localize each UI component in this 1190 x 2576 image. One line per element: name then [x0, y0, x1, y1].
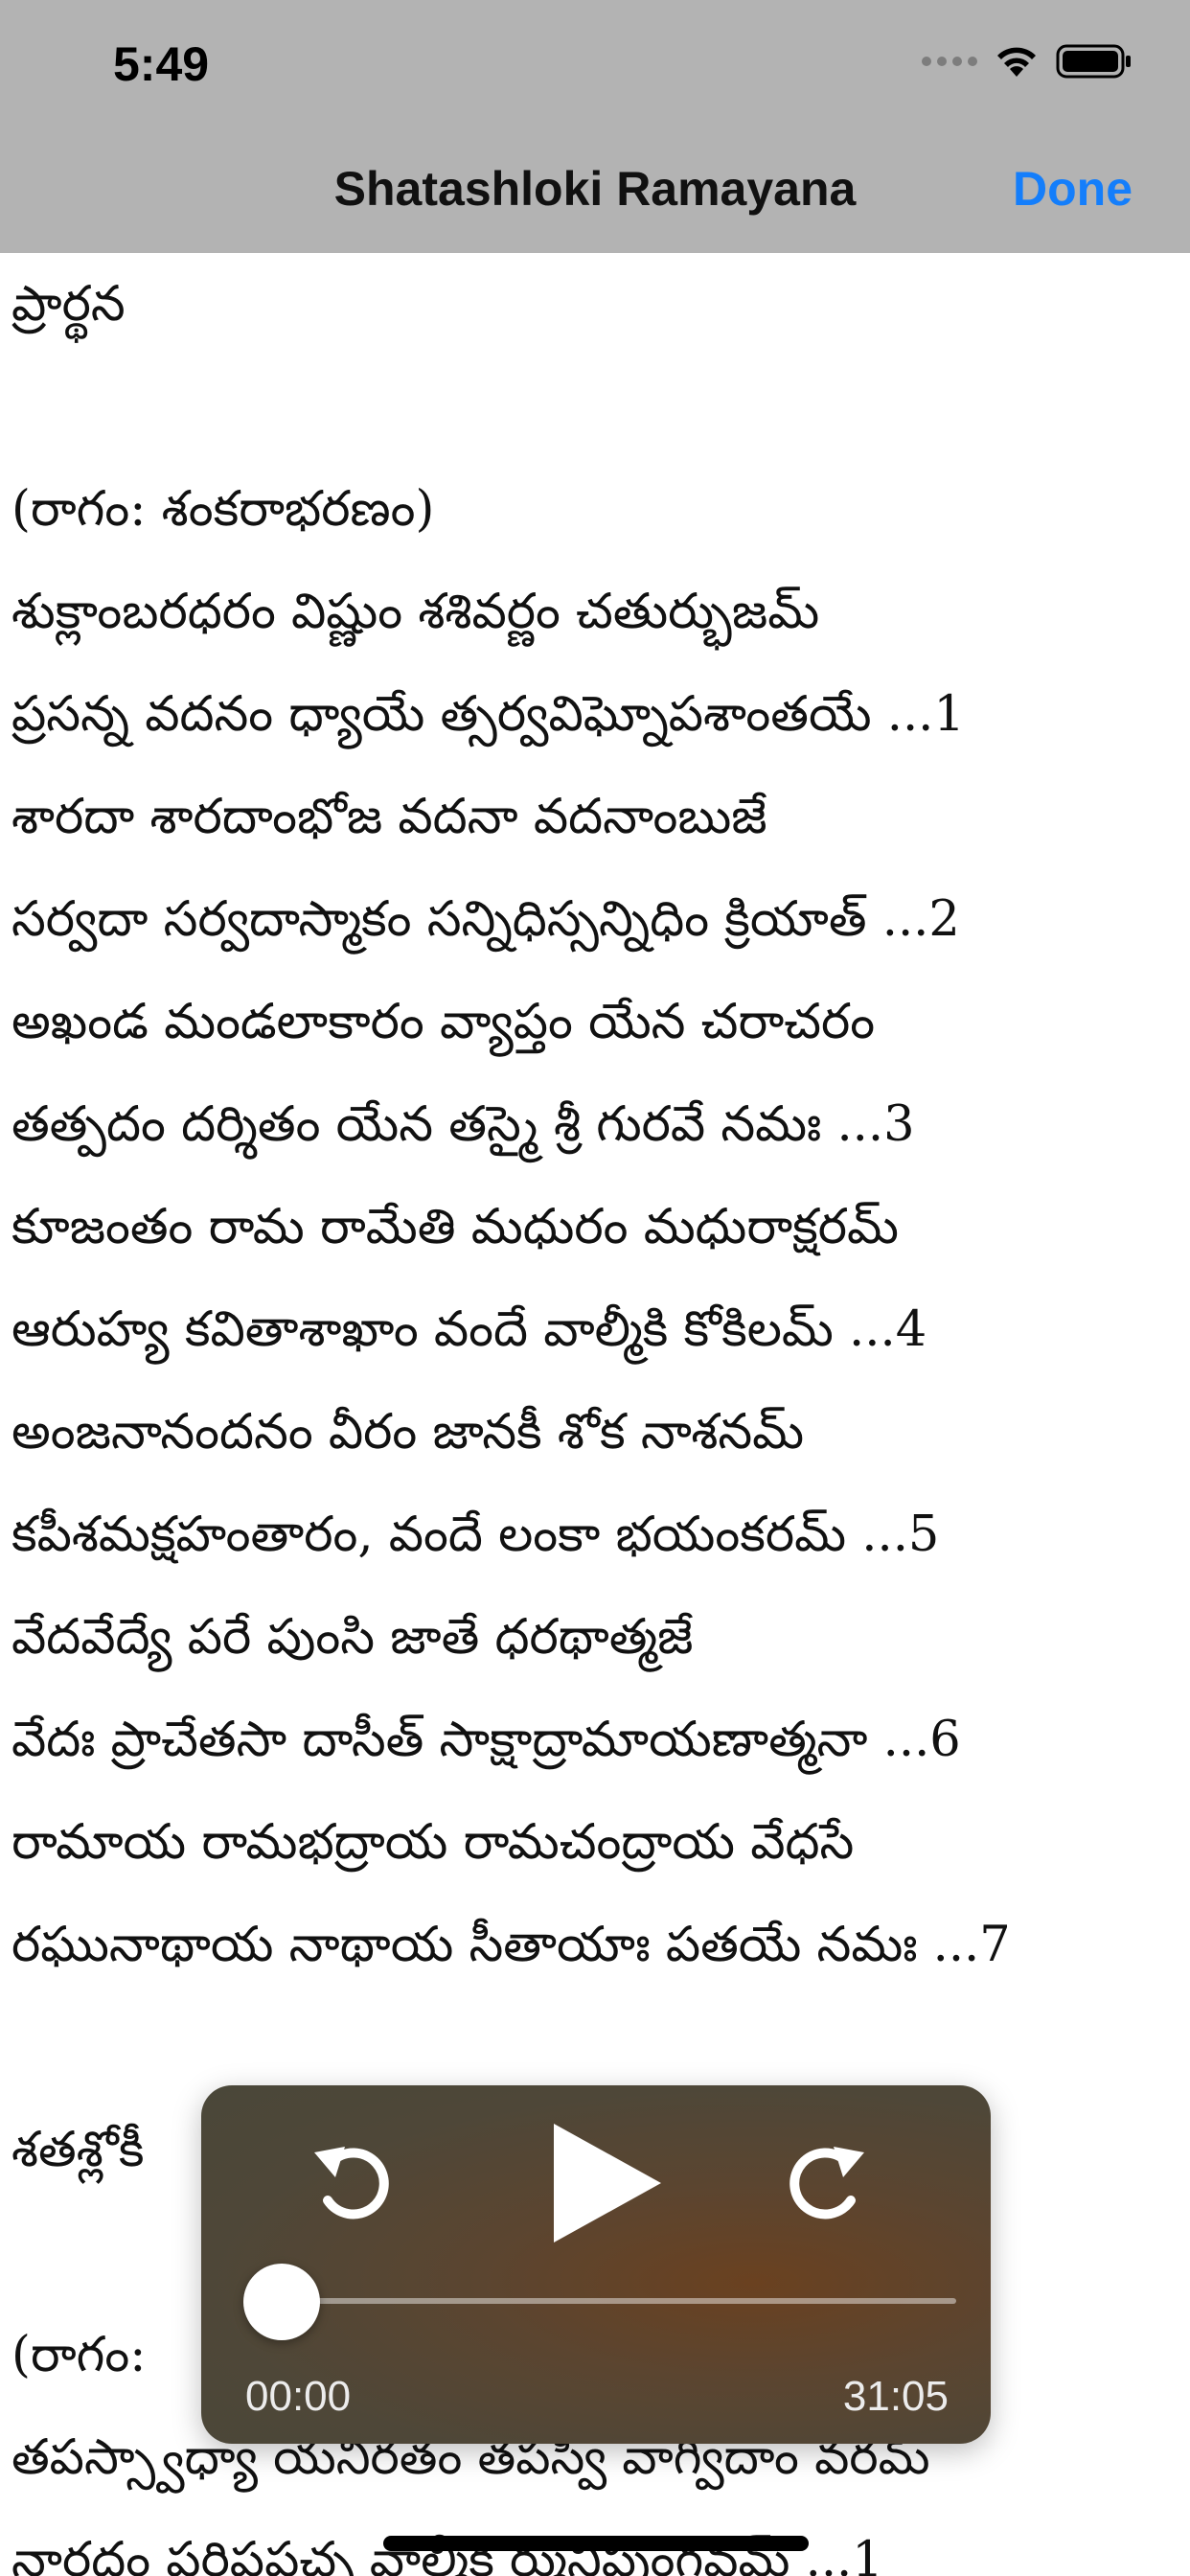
audio-player: 00:00 31:05 — [201, 2085, 991, 2444]
progress-track[interactable] — [245, 2298, 956, 2304]
text-line: అఖండ మండలాకారం వ్యాప్తం యేన చరాచరం — [11, 994, 876, 1050]
text-line: (రాగం: శంకరాభరణం) — [11, 481, 435, 538]
text-line: కూజంతం రామ రామేతి మధురం మధురాక్షరమ్ — [11, 1199, 899, 1255]
status-icons — [922, 42, 1133, 80]
done-button[interactable]: Done — [1013, 161, 1133, 217]
rewind-icon — [314, 2147, 389, 2220]
text-line: శుక్లాంబరధరం విష్ణుం శశివర్ణం చతుర్భుజమ్ — [11, 584, 820, 640]
total-time: 31:05 — [842, 2373, 949, 2420]
navigation-header: 5:49 Shatashloki Ramayana Done — [0, 0, 1190, 253]
text-line: సర్వదా సర్వదాస్మాకం సన్నిధిస్సన్నిధిం క్… — [11, 891, 960, 948]
text-line: వేదవేద్యే పరే పుంసి జాతే ధరథాత్మజే — [11, 1609, 694, 1666]
forward-button[interactable] — [776, 2129, 876, 2229]
text-line: తత్పదం దర్శితం యేన తస్మై శ్రీ గురవే నమః … — [11, 1096, 915, 1153]
forward-icon — [790, 2147, 864, 2220]
page-title: Shatashloki Ramayana — [333, 162, 857, 216]
text-line: శారదా శారదాంభోజ వదనా వదనాంబుజే — [11, 789, 767, 845]
rewind-button[interactable] — [303, 2129, 402, 2229]
text-line: అంజనానందనం వీరం జానకీ శోక నాశనమ్ — [11, 1404, 805, 1460]
text-line: ప్రసన్న వదనం ధ్యాయే త్సర్వవిఘ్నోపశాంతయే … — [11, 686, 965, 743]
signal-dots-icon — [922, 57, 977, 66]
play-button[interactable] — [533, 2116, 667, 2250]
play-icon — [554, 2124, 661, 2242]
elapsed-time: 00:00 — [245, 2373, 352, 2420]
wifi-icon — [997, 47, 1036, 77]
status-time: 5:49 — [113, 37, 210, 91]
text-line: ప్రార్థన — [11, 276, 126, 333]
text-line: వేదః ప్రాచేతసా దాసీత్ సాక్షాద్రామాయణాత్మ… — [11, 1712, 961, 1768]
home-indicator[interactable] — [383, 2536, 809, 2551]
text-line: రామాయ రామభద్రాయ రామచంద్రాయ వేధసే — [11, 1814, 855, 1871]
text-line: కపీశమక్షహంతారం, వందే లంకా భయంకరమ్ ...5 — [11, 1506, 940, 1563]
progress-knob[interactable] — [243, 2264, 320, 2340]
text-line: రఘునాథాయ నాథాయ సీతాయాః పతయే నమః ...7 — [11, 1917, 1011, 1973]
text-line: ఆరుహ్య కవితాశాఖాం వందే వాల్మీకి కోకిలమ్ … — [11, 1301, 927, 1358]
battery-icon — [1056, 44, 1131, 79]
